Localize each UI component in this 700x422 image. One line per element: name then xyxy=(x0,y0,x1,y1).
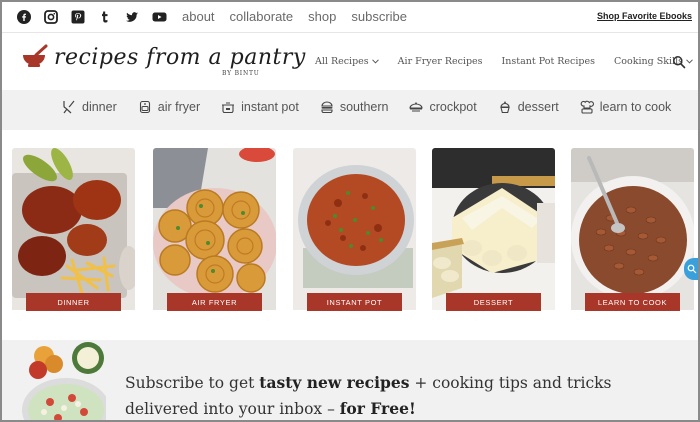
card-label: INSTANT POT xyxy=(307,293,402,311)
category-dinner[interactable]: dinner xyxy=(62,100,117,114)
pinterest-icon[interactable] xyxy=(70,9,86,25)
card-label: DINNER xyxy=(26,293,121,311)
category-crockpot[interactable]: crockpot xyxy=(409,100,477,114)
dessert-image xyxy=(432,148,555,310)
category-learn-to-cook[interactable]: learn to cook xyxy=(580,100,672,114)
search-icon[interactable] xyxy=(672,55,686,69)
category-label: air fryer xyxy=(157,100,201,114)
shop-ebooks-link[interactable]: Shop Favorite Ebooks xyxy=(597,11,692,21)
burger-icon xyxy=(320,100,334,114)
category-label: learn to cook xyxy=(599,100,672,114)
twitter-icon[interactable] xyxy=(124,9,140,25)
logo-text: recipes from a pantry xyxy=(54,45,306,70)
crockpot-icon xyxy=(409,100,424,114)
page-frame: about collaborate shop subscribe Shop Fa… xyxy=(0,0,700,422)
card-instant-pot[interactable]: INSTANT POT xyxy=(293,148,416,314)
logo-byline: BY BINTU xyxy=(222,70,260,77)
learn-to-cook-image xyxy=(571,148,694,310)
category-label: instant pot xyxy=(241,100,299,114)
chef-icon xyxy=(580,100,594,114)
card-label: AIR FRYER xyxy=(167,293,262,311)
subscribe-free: for Free! xyxy=(339,399,416,418)
site-logo[interactable]: recipes from a pantry BY BINTU xyxy=(20,43,305,83)
pressure-cooker-icon xyxy=(221,100,235,114)
tumblr-icon[interactable] xyxy=(97,9,113,25)
card-dessert[interactable]: DESSERT xyxy=(432,148,555,314)
scroll-tab[interactable] xyxy=(684,258,698,280)
category-southern[interactable]: southern xyxy=(320,100,389,114)
dinner-image xyxy=(12,148,135,310)
subscribe-text-part: Subscribe to get xyxy=(125,374,260,392)
air-fryer-icon xyxy=(138,100,152,114)
main-nav: All Recipes Air Fryer Recipes Instant Po… xyxy=(315,56,693,67)
utensils-icon xyxy=(62,100,76,114)
about-link[interactable]: about xyxy=(182,9,215,24)
category-label: crockpot xyxy=(429,100,477,114)
category-dessert[interactable]: dessert xyxy=(498,100,559,114)
card-air-fryer[interactable]: AIR FRYER xyxy=(153,148,276,314)
subscribe-food-image xyxy=(14,340,106,420)
subscribe-text: Subscribe to get tasty new recipes + coo… xyxy=(125,370,685,420)
card-learn-to-cook[interactable]: LEARN TO COOK xyxy=(571,148,694,314)
collaborate-link[interactable]: collaborate xyxy=(230,9,294,24)
subscribe-banner: Subscribe to get tasty new recipes + coo… xyxy=(2,340,698,420)
instagram-icon[interactable] xyxy=(43,9,59,25)
nav-label: Instant Pot Recipes xyxy=(501,56,595,67)
search-icon xyxy=(687,264,697,274)
air-fryer-image xyxy=(153,148,276,310)
nav-all-recipes[interactable]: All Recipes xyxy=(315,56,379,67)
site-header: recipes from a pantry BY BINTU All Recip… xyxy=(2,32,698,90)
chevron-down-icon xyxy=(371,59,379,64)
top-links: about collaborate shop subscribe xyxy=(182,9,407,24)
nav-instant-pot-recipes[interactable]: Instant Pot Recipes xyxy=(502,56,595,67)
top-utility-bar: about collaborate shop subscribe Shop Fa… xyxy=(2,2,698,32)
social-icons xyxy=(16,9,167,25)
card-label: LEARN TO COOK xyxy=(585,293,680,311)
category-air-fryer[interactable]: air fryer xyxy=(138,100,200,114)
chevron-down-icon xyxy=(686,59,693,64)
category-label: southern xyxy=(339,100,389,114)
nav-air-fryer-recipes[interactable]: Air Fryer Recipes xyxy=(398,56,483,67)
facebook-icon[interactable] xyxy=(16,9,32,25)
category-instant-pot[interactable]: instant pot xyxy=(221,100,299,114)
subscribe-link[interactable]: subscribe xyxy=(351,9,407,24)
cupcake-icon xyxy=(498,100,512,114)
recipe-category-cards: DINNER AIR FRYER INSTANT POT DESSERT LEA… xyxy=(12,148,698,314)
mortar-bowl-icon xyxy=(23,44,48,67)
instant-pot-image xyxy=(293,148,416,310)
category-label: dinner xyxy=(82,100,117,114)
card-label: DESSERT xyxy=(446,293,541,311)
card-dinner[interactable]: DINNER xyxy=(12,148,135,314)
category-label: dessert xyxy=(517,100,559,114)
subscribe-highlight: tasty new recipes xyxy=(259,373,410,392)
nav-label: Air Fryer Recipes xyxy=(397,56,483,67)
youtube-icon[interactable] xyxy=(151,9,167,25)
nav-label: All Recipes xyxy=(315,56,369,67)
shop-link[interactable]: shop xyxy=(308,9,336,24)
category-bar: dinner air fryer instant pot southern cr… xyxy=(2,90,698,130)
